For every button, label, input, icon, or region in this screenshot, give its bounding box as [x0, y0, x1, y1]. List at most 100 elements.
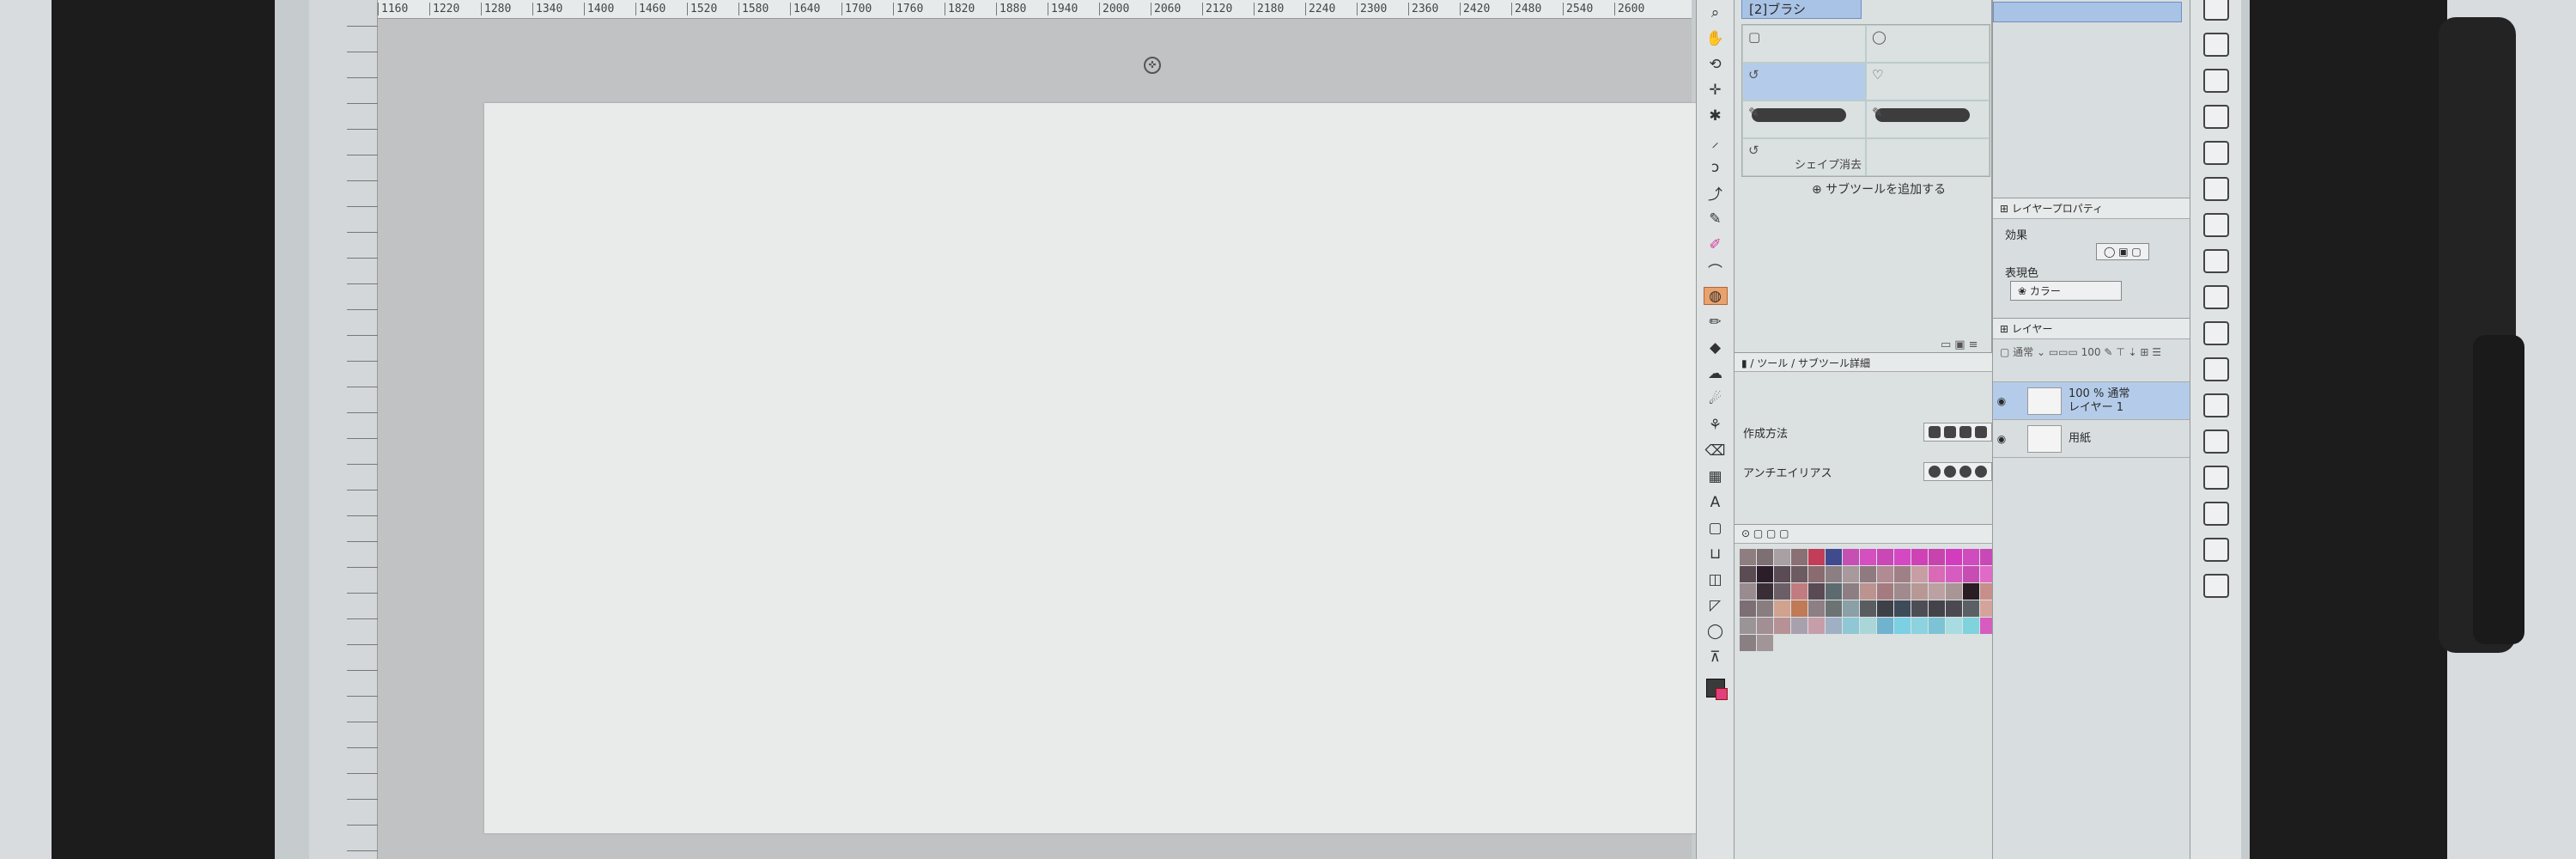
color-swatch[interactable] — [1963, 600, 1979, 617]
layer-fill-icon[interactable]: ▦ — [1704, 467, 1728, 485]
color-swatch[interactable] — [1911, 549, 1928, 565]
expression-color-select[interactable]: ❀ カラー — [2010, 281, 2122, 301]
color-swatch[interactable] — [1963, 549, 1979, 565]
color-swatch[interactable] — [1860, 600, 1876, 617]
color-swatch[interactable] — [1843, 549, 1859, 565]
color-swatch[interactable] — [1877, 583, 1893, 600]
blend-icon[interactable]: ☁ — [1704, 364, 1728, 382]
color-wheel-icon[interactable] — [2202, 249, 2229, 273]
panel-menu-icons[interactable]: ▭▣≡ — [1941, 338, 1981, 351]
color-swatch[interactable] — [1808, 583, 1825, 600]
eye-icon[interactable]: ◉ — [1993, 395, 2010, 407]
color-swatch[interactable] — [1740, 618, 1756, 634]
color-swatch[interactable] — [1946, 618, 1962, 634]
color-set-tabs[interactable]: ⊙ ▢ ▢ ▢ — [1735, 525, 2009, 544]
color-swatch[interactable] — [1946, 600, 1962, 617]
color-swatch[interactable] — [1860, 549, 1876, 565]
subtool-item[interactable]: ✎ — [1866, 101, 1990, 138]
color-swatch[interactable] — [1826, 618, 1842, 634]
color-swatch[interactable] — [1894, 618, 1911, 634]
color-swatch[interactable] — [1860, 583, 1876, 600]
canvas-area[interactable] — [378, 19, 1760, 859]
color-swatch[interactable] — [1826, 566, 1842, 582]
color-swatch[interactable] — [1911, 566, 1928, 582]
color-swatch[interactable] — [1791, 618, 1807, 634]
layer-row[interactable]: ◉ 100 % 通常 レイヤー 1 — [1993, 382, 2199, 420]
subtool-item[interactable]: ↺ シェイプ消去 — [1742, 138, 1866, 176]
subtool-item[interactable] — [1866, 138, 1990, 176]
color-swatch[interactable] — [1791, 600, 1807, 617]
main-color-swatch[interactable] — [1705, 679, 1728, 700]
rotate-icon[interactable]: ⟲ — [1704, 55, 1728, 73]
color-swatch[interactable] — [1843, 600, 1859, 617]
color-swatch[interactable] — [1946, 566, 1962, 582]
layer-row[interactable]: ◉ 用紙 — [1993, 420, 2199, 458]
color-swatch[interactable] — [1843, 566, 1859, 582]
sub-color-swatch[interactable] — [1715, 688, 1728, 700]
subtool-group-tab[interactable]: [2]ブラシ — [1741, 0, 1862, 19]
zoom-icon[interactable]: ⌕ — [1704, 3, 1728, 21]
canvas-paper[interactable] — [484, 103, 1760, 833]
color-swatch[interactable] — [1929, 583, 1945, 600]
intermediate-color-icon[interactable] — [2202, 357, 2229, 381]
subview-icon[interactable] — [2202, 33, 2229, 57]
create-method-buttons[interactable] — [1923, 423, 1992, 442]
frame-icon[interactable]: ▢ — [1704, 519, 1728, 537]
color-swatch[interactable] — [1757, 635, 1773, 651]
eyedropper-icon[interactable]: ⤴ — [1704, 184, 1728, 204]
color-swatch[interactable] — [1808, 618, 1825, 634]
correction-icon[interactable]: ◯ — [1704, 622, 1728, 640]
color-swatch[interactable] — [1911, 618, 1928, 634]
color-swatch[interactable] — [1860, 618, 1876, 634]
tool-property-tabs[interactable]: ▮ / ツール / サブツール詳細 — [1735, 353, 2009, 372]
text-icon[interactable]: A — [1704, 493, 1728, 511]
color-swatch[interactable] — [1757, 583, 1773, 600]
color-swatch[interactable] — [1808, 600, 1825, 617]
auto-action-icon[interactable] — [2202, 177, 2229, 201]
color-swatch[interactable] — [1929, 618, 1945, 634]
sparkle-icon[interactable]: ✱ — [1704, 107, 1728, 125]
color-swatch[interactable] — [1791, 549, 1807, 565]
color-swatch[interactable] — [1774, 566, 1790, 582]
color-swatch[interactable] — [1740, 635, 1756, 651]
color-swatch[interactable] — [1946, 583, 1962, 600]
eye-icon[interactable]: ◉ — [1993, 433, 2010, 445]
color-swatch[interactable] — [1929, 549, 1945, 565]
color-swatch[interactable] — [1843, 618, 1859, 634]
color-swatch[interactable] — [1808, 549, 1825, 565]
color-swatch[interactable] — [1740, 549, 1756, 565]
subtool-item[interactable]: ◯ — [1866, 25, 1990, 63]
color-swatch[interactable] — [1808, 566, 1825, 582]
color-swatch[interactable] — [1877, 566, 1893, 582]
color-swatch[interactable] — [1946, 549, 1962, 565]
color-swatch[interactable] — [1929, 566, 1945, 582]
color-swatch[interactable] — [1757, 549, 1773, 565]
color-swatch[interactable] — [1894, 600, 1911, 617]
color-swatch[interactable] — [1740, 566, 1756, 582]
antialias-buttons[interactable] — [1923, 462, 1992, 481]
color-swatch[interactable] — [1757, 600, 1773, 617]
color-swatch[interactable] — [1757, 618, 1773, 634]
color-slider-icon[interactable] — [2202, 285, 2229, 309]
antialias-row[interactable]: アンチエイリアス — [1743, 458, 1992, 485]
stamp-icon[interactable]: ⚘ — [1704, 416, 1728, 434]
tool-property-icon[interactable] — [2202, 538, 2229, 562]
color-swatch[interactable] — [1774, 583, 1790, 600]
color-swatch[interactable] — [1963, 618, 1979, 634]
effect-toggle[interactable]: ◯ ▣ ▢ — [2096, 243, 2149, 260]
item-bank-icon[interactable] — [2202, 213, 2229, 237]
brush-size-icon[interactable] — [2202, 574, 2229, 598]
brush-icon[interactable]: ⌒ — [1704, 261, 1728, 281]
pen-icon[interactable]: ✎ — [1704, 210, 1728, 228]
hand-icon[interactable]: ✋ — [1704, 29, 1728, 47]
color-swatch[interactable] — [1929, 600, 1945, 617]
subtool-item[interactable]: ▢ — [1742, 25, 1866, 63]
layer-search-icon[interactable] — [2202, 141, 2229, 165]
layer-tab[interactable]: ⊞ レイヤー — [1993, 319, 2199, 339]
color-swatch[interactable] — [1774, 618, 1790, 634]
subtool-item[interactable]: ✎ — [1742, 101, 1866, 138]
color-swatch[interactable] — [1894, 566, 1911, 582]
move-icon[interactable]: ✛ — [1704, 81, 1728, 99]
layer-property-tab[interactable]: ⊞ レイヤープロパティ — [1993, 198, 2199, 219]
color-swatch[interactable] — [1774, 549, 1790, 565]
